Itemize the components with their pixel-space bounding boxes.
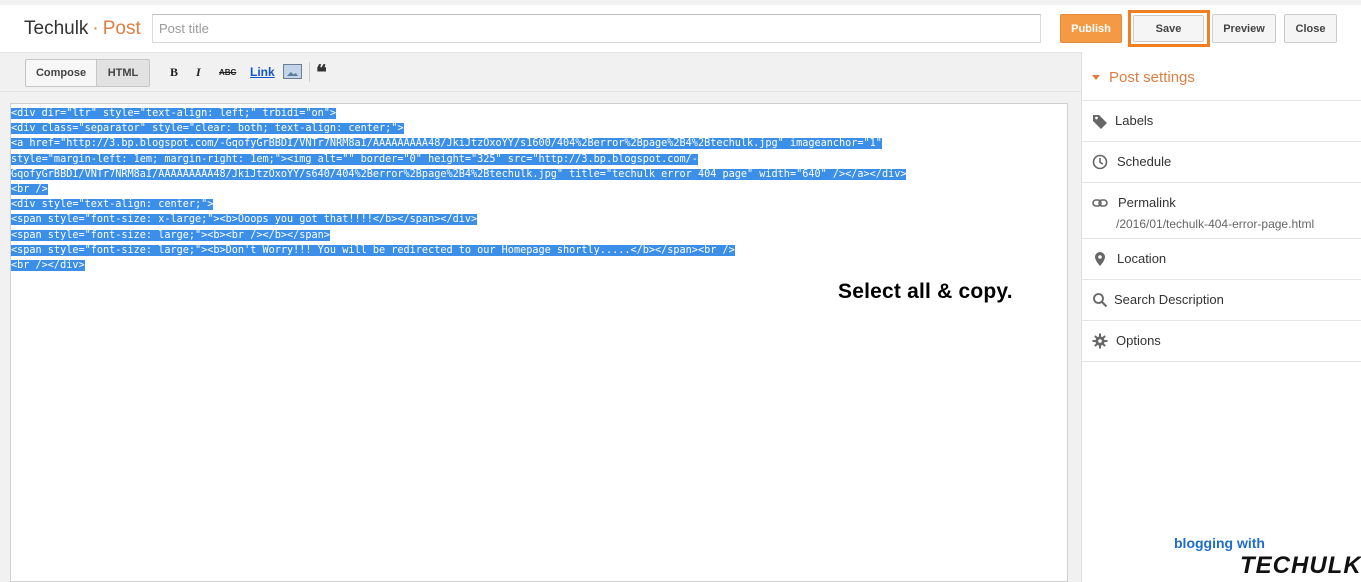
code-line: style="margin-left: 1em; margin-right: 1…: [11, 153, 698, 165]
bold-icon[interactable]: B: [170, 65, 178, 80]
sidebar-item-label: Options: [1116, 333, 1161, 348]
sidebar-item-schedule[interactable]: Schedule: [1082, 142, 1361, 183]
sidebar-item-label: Labels: [1115, 113, 1154, 128]
blog-name[interactable]: Techulk: [24, 18, 88, 39]
caret-down-icon: [1092, 75, 1100, 80]
publish-button[interactable]: Publish: [1060, 14, 1122, 43]
tutorial-annotation: Select all & copy.: [838, 280, 1013, 303]
save-button[interactable]: Save: [1133, 15, 1204, 42]
map-pin-icon: [1095, 252, 1105, 266]
italic-icon[interactable]: I: [196, 65, 201, 80]
sidebar-item-label: Search Description: [1114, 292, 1224, 307]
preview-button[interactable]: Preview: [1212, 14, 1276, 43]
brand-breadcrumb: Techulk · Post: [24, 18, 141, 40]
section-name: Post: [102, 18, 141, 39]
sidebar-item-label: Schedule: [1117, 154, 1172, 169]
quote-icon[interactable]: ❝: [316, 60, 327, 85]
sidebar-item-options[interactable]: Options: [1082, 321, 1361, 362]
strikethrough-icon[interactable]: ABC: [219, 68, 236, 77]
html-mode-button[interactable]: HTML: [97, 59, 150, 87]
sidebar-item-location[interactable]: Location: [1082, 239, 1361, 280]
clock-icon: [1092, 154, 1108, 170]
gear-icon: [1092, 333, 1108, 349]
permalink-value: /2016/01/techulk-404-error-page.html: [1116, 217, 1315, 231]
watermark-tagline: blogging with: [1174, 535, 1265, 551]
code-line: <a href="http://3.bp.blogspot.com/-Gqofy…: [11, 138, 882, 150]
techulk-watermark: blogging with TECHULK: [1170, 535, 1361, 582]
toolbar-divider: [309, 62, 310, 82]
code-line: <span style="font-size: x-large;"><b>Ooo…: [11, 214, 478, 226]
code-line: <br /></div>: [11, 259, 85, 271]
mode-toggle: Compose HTML: [25, 59, 150, 87]
html-code: <div dir="ltr" style="text-align: left;"…: [11, 106, 1061, 273]
search-icon: [1093, 293, 1108, 308]
link-button[interactable]: Link: [250, 65, 275, 79]
post-settings-title: Post settings: [1109, 69, 1195, 86]
breadcrumb-separator: ·: [92, 18, 99, 39]
link-icon: [1092, 199, 1108, 207]
compose-mode-button[interactable]: Compose: [25, 59, 97, 87]
insert-image-icon[interactable]: [283, 64, 302, 79]
code-line: <div dir="ltr" style="text-align: left;"…: [11, 108, 337, 119]
code-line: <span style="font-size: large;"><b>Don't…: [11, 244, 735, 256]
editor-header: Techulk·Post Publish Save Preview Close: [0, 5, 1361, 52]
sidebar-item-label: Location: [1117, 251, 1167, 266]
sidebar-item-permalink[interactable]: Permalink /2016/01/techulk-404-error-pag…: [1082, 183, 1361, 239]
html-editor-textarea[interactable]: <div dir="ltr" style="text-align: left;"…: [10, 103, 1068, 582]
close-button[interactable]: Close: [1284, 14, 1337, 43]
code-line: GqofyGrBBDI/VNTr7NRM8aI/AAAAAAAAA48/JkiJ…: [11, 168, 907, 180]
tag-icon: [1093, 115, 1107, 129]
editor-toolbar: Compose HTML B I ABC Link ❝: [0, 52, 1081, 92]
watermark-logo: TECHULK: [1240, 552, 1361, 579]
sidebar-item-labels[interactable]: Labels: [1082, 101, 1361, 142]
code-line: <div style="text-align: center;">: [11, 199, 214, 211]
code-line: <div class="separator" style="clear: bot…: [11, 123, 404, 135]
post-settings-header[interactable]: Post settings: [1082, 52, 1361, 101]
post-settings-sidebar: Post settings Labels Schedule Permalink …: [1081, 52, 1361, 582]
sidebar-item-label: Permalink: [1118, 195, 1176, 210]
code-line: <br />: [11, 183, 48, 195]
post-title-input[interactable]: [152, 14, 1041, 43]
sidebar-item-search-description[interactable]: Search Description: [1082, 280, 1361, 321]
code-line: <span style="font-size: large;"><b><br /…: [11, 229, 330, 241]
